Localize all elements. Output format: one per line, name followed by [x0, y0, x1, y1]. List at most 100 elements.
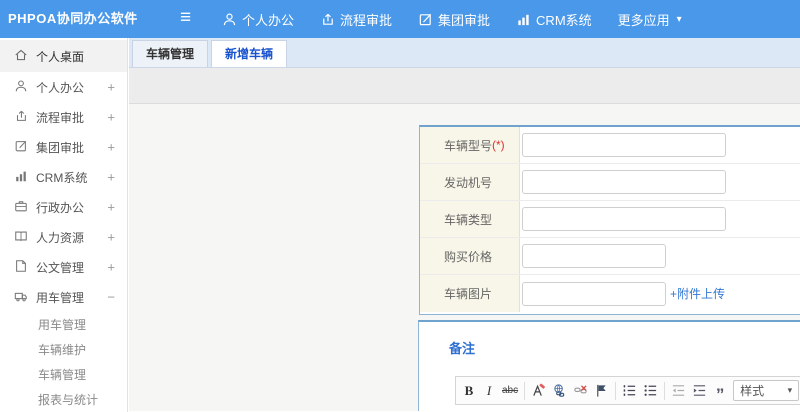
toolbar-separator	[664, 381, 666, 400]
remove-format-button[interactable]	[531, 381, 546, 401]
remark-section: 备注 B I abc ” 样式 ▾	[418, 320, 800, 411]
book-icon	[14, 229, 28, 246]
ordered-list-button[interactable]	[622, 381, 637, 401]
app-logo: PHPOA协同办公软件	[8, 11, 138, 26]
edit-square-icon	[14, 139, 28, 156]
bar-chart-icon	[516, 12, 531, 27]
topnav-item-workflow[interactable]: 流程审批	[320, 10, 392, 29]
expand-icon[interactable]: +	[107, 110, 115, 125]
top-navigation: 个人办公 流程审批 集团审批 CRM系统 更多应用 ▾	[222, 0, 682, 38]
sidebar-subitem-vehicle-maintenance[interactable]: 车辆维护	[0, 337, 127, 362]
topnav-item-personal-office[interactable]: 个人办公	[222, 10, 294, 29]
expand-icon[interactable]: +	[107, 170, 115, 185]
app-window: PHPOA协同办公软件 ≡ 个人办公 流程审批 集团审批 CRM系统 更多应用 …	[0, 0, 800, 412]
sidebar-item-personal-office[interactable]: 个人办公 +	[0, 72, 127, 102]
tab-add-vehicle[interactable]: 新增车辆	[211, 40, 288, 67]
toolbar-separator	[615, 381, 617, 400]
sidebar-item-label: 流程审批	[36, 110, 85, 125]
tab-vehicle-management[interactable]: 车辆管理	[132, 40, 209, 67]
vehicle-type-input[interactable]	[522, 207, 726, 231]
style-dropdown[interactable]: 样式 ▾	[733, 380, 800, 401]
link-button[interactable]	[552, 381, 567, 401]
required-marker: (*)	[492, 138, 505, 152]
topbar: PHPOA协同办公软件 ≡ 个人办公 流程审批 集团审批 CRM系统 更多应用 …	[0, 0, 800, 38]
collapse-icon[interactable]: −	[107, 290, 115, 305]
document-icon	[14, 259, 28, 276]
menu-icon[interactable]: ≡	[180, 0, 191, 38]
main-area: 车辆管理 新增车辆 车辆型号 (*) 发动机号 车辆类型 购买价格 车辆图片 +…	[129, 38, 800, 412]
engine-number-input[interactable]	[522, 170, 726, 194]
sidebar-subitem-vehicle-use[interactable]: 用车管理	[0, 312, 127, 337]
sidebar-subitem-reports-statistics[interactable]: 报表与统计	[0, 387, 127, 412]
form-row-price: 购买价格	[420, 238, 800, 275]
unlink-button[interactable]	[573, 381, 588, 401]
field-label: 车辆图片	[420, 275, 520, 312]
expand-icon[interactable]: +	[107, 260, 115, 275]
user-icon	[14, 79, 28, 96]
topnav-label: 个人办公	[242, 12, 295, 28]
remove-format-icon	[533, 383, 546, 396]
sidebar-item-label: 人力资源	[36, 230, 85, 245]
workflow-icon	[320, 12, 335, 27]
expand-icon[interactable]: +	[107, 80, 115, 95]
remark-title: 备注	[449, 341, 476, 356]
attachment-upload-link[interactable]: +附件上传	[670, 285, 725, 302]
truck-icon	[14, 289, 28, 306]
indent-button[interactable]	[692, 381, 707, 401]
expand-icon[interactable]: +	[107, 230, 115, 245]
purchase-price-input[interactable]	[522, 244, 666, 268]
field-label: 购买价格	[420, 238, 520, 274]
form-row-image: 车辆图片 +附件上传	[420, 275, 800, 312]
topnav-item-more-apps[interactable]: 更多应用 ▾	[618, 10, 682, 29]
italic-button[interactable]: I	[482, 381, 496, 401]
expand-icon[interactable]: +	[107, 140, 115, 155]
vehicle-form: 车辆型号 (*) 发动机号 车辆类型 购买价格 车辆图片 +附件上传	[419, 125, 800, 315]
sidebar-item-group-approval[interactable]: 集团审批 +	[0, 132, 127, 162]
style-dropdown-label: 样式	[740, 384, 765, 398]
sidebar: 个人桌面 个人办公 + 流程审批 + 集团审批 + CRM系统 + 行政办公 +…	[0, 38, 128, 412]
sidebar-item-label: 个人桌面	[36, 49, 85, 64]
unlink-icon	[574, 385, 587, 394]
anchor-flag-button[interactable]	[594, 381, 609, 401]
sidebar-item-documents[interactable]: 公文管理 +	[0, 252, 127, 282]
content-area: 车辆型号 (*) 发动机号 车辆类型 购买价格 车辆图片 +附件上传 备注 B …	[129, 104, 800, 411]
topnav-label: CRM系统	[536, 12, 592, 28]
sidebar-item-label: 集团审批	[36, 140, 85, 155]
user-icon	[222, 12, 237, 27]
caret-down-icon: ▾	[676, 13, 682, 25]
field-label: 发动机号	[420, 164, 520, 200]
sidebar-item-label: 公文管理	[36, 260, 85, 275]
sidebar-item-vehicle-management[interactable]: 用车管理 −	[0, 282, 127, 312]
expand-icon[interactable]: +	[107, 200, 115, 215]
sidebar-item-personal-desktop[interactable]: 个人桌面	[0, 40, 127, 72]
tab-bar: 车辆管理 新增车辆	[129, 38, 800, 68]
sidebar-item-crm[interactable]: CRM系统 +	[0, 162, 127, 192]
briefcase-icon	[14, 199, 28, 216]
strikethrough-button[interactable]: abc	[502, 381, 518, 401]
workflow-icon	[14, 109, 28, 126]
sidebar-item-hr[interactable]: 人力资源 +	[0, 222, 127, 252]
bold-button[interactable]: B	[462, 381, 476, 401]
caret-down-icon: ▾	[787, 385, 793, 395]
sidebar-item-label: 用车管理	[36, 290, 85, 305]
anchor-flag-icon	[597, 384, 606, 397]
toolbar-band	[129, 68, 800, 104]
topnav-label: 集团审批	[438, 12, 491, 28]
link-icon	[554, 384, 565, 397]
vehicle-model-input[interactable]	[522, 133, 726, 157]
sidebar-item-label: CRM系统	[36, 170, 88, 185]
indent-icon	[694, 385, 706, 396]
sidebar-item-workflow[interactable]: 流程审批 +	[0, 102, 127, 132]
form-row-type: 车辆类型	[420, 201, 800, 238]
sidebar-item-admin-office[interactable]: 行政办公 +	[0, 192, 127, 222]
topnav-item-crm[interactable]: CRM系统	[516, 10, 592, 29]
edit-square-icon	[418, 12, 433, 27]
sidebar-subitem-vehicle-manage[interactable]: 车辆管理	[0, 362, 127, 387]
vehicle-image-input[interactable]	[522, 281, 666, 306]
topnav-item-group-approval[interactable]: 集团审批	[418, 10, 490, 29]
outdent-button[interactable]	[671, 381, 686, 401]
toolbar-separator	[524, 381, 526, 400]
topnav-label: 流程审批	[340, 12, 393, 28]
blockquote-button[interactable]: ”	[713, 381, 727, 403]
bullet-list-button[interactable]	[643, 381, 658, 401]
